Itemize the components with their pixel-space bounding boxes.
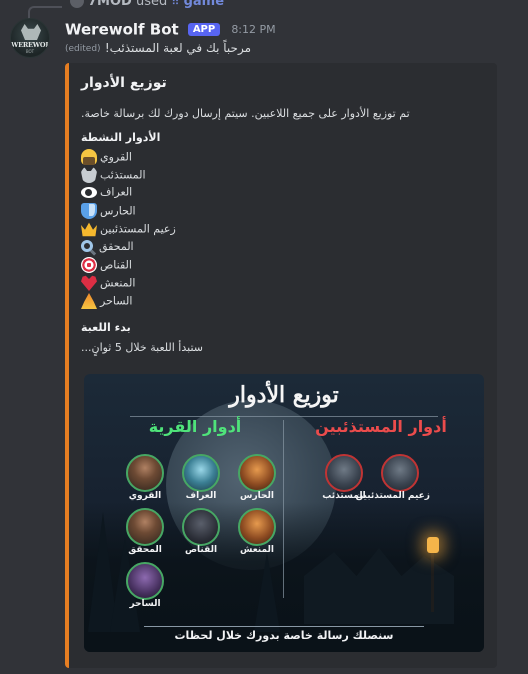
avatar-logo-subtext: BOT: [25, 49, 35, 54]
start-title: بدء اللعبة: [81, 321, 131, 334]
edited-marker: (edited): [65, 44, 101, 54]
image-footer: سنصلك رسالة خاصة بدورك خلال لحظات: [144, 626, 424, 642]
role-item-guard: الحارس: [81, 203, 136, 221]
lantern-icon: [427, 537, 439, 553]
heart-icon: [81, 275, 97, 291]
role-label: القناص: [100, 258, 132, 272]
portrait-label: الحارس: [240, 491, 274, 501]
lamp-post-graphic: [431, 552, 434, 612]
role-label: الحارس: [100, 204, 136, 218]
role-item-werewolf: المستذئب: [81, 167, 146, 185]
role-label: العراف: [100, 185, 133, 199]
start-countdown-text: ستبدأ اللعبة خلال 5 ثوانٍ...: [81, 341, 203, 354]
role-label: القروي: [100, 150, 132, 164]
reply-used-text: used: [135, 0, 168, 9]
portrait-label: زعيم المستذئبين: [355, 491, 430, 501]
role-item-witch: الساحر: [81, 293, 132, 311]
portrait-label: القروي: [128, 491, 162, 501]
embed-card: توزيع الأدوار تم توزيع الأدوار على جميع …: [65, 63, 497, 668]
bot-username[interactable]: Werewolf Bot: [65, 21, 179, 39]
role-item-detective: المحقق: [81, 239, 134, 257]
bot-avatar[interactable]: WEREWOLF BOT: [10, 18, 50, 58]
village-heading: أدوار القرية: [148, 417, 242, 436]
embed-title: توزيع الأدوار: [81, 75, 167, 91]
crown-icon: [81, 222, 97, 237]
farmer-icon: [81, 149, 97, 165]
message-header: Werewolf Bot APP 8:12 PM: [65, 19, 276, 39]
villager-portrait: [126, 454, 164, 492]
role-label: الساحر: [100, 294, 133, 308]
active-roles-title: الأدوار النشطة: [81, 131, 161, 144]
seer-portrait: [182, 454, 220, 492]
roles-image[interactable]: توزيع الأدوار أدوار المستذئبين أدوار الق…: [84, 374, 484, 652]
app-badge: APP: [187, 23, 221, 36]
magnifier-icon: [81, 240, 93, 252]
embed-description: تم توزيع الأدوار على جميع اللاعبين. سيتم…: [81, 107, 410, 120]
reply-summary: 7MOD used ⠿ game: [88, 0, 224, 9]
role-label: المحقق: [99, 239, 134, 253]
slash-command-icon: ⠿: [171, 0, 180, 8]
role-label: زعيم المستذئبين: [100, 222, 176, 236]
portrait-label: القناص: [184, 545, 218, 555]
message-text: مرحباً بك في لعبة المستذئب!: [104, 41, 251, 55]
wolf-leader-portrait: [381, 454, 419, 492]
reply-command[interactable]: game: [184, 0, 224, 9]
portrait-label: الساحر: [129, 599, 161, 609]
witch-portrait: [126, 562, 164, 600]
role-item-villager: القروي: [81, 149, 132, 167]
wolves-heading: أدوار المستذئبين: [315, 417, 447, 436]
avatar-logo-text: WEREWOLF: [11, 41, 50, 49]
embed-body: توزيع الأدوار تم توزيع الأدوار على جميع …: [81, 63, 485, 668]
wolf-icon: [81, 167, 97, 183]
reply-reference[interactable]: 7MOD used ⠿ game: [28, 0, 328, 20]
target-icon: [81, 257, 97, 273]
portrait-label: المحقق: [128, 545, 162, 555]
reply-username[interactable]: 7MOD: [88, 0, 132, 9]
reply-avatar[interactable]: [70, 0, 84, 8]
werewolf-portrait: [325, 454, 363, 492]
role-label: المنعش: [100, 276, 136, 290]
image-title: توزيع الأدوار: [229, 382, 339, 408]
role-item-sniper: القناص: [81, 257, 132, 275]
eye-icon: [81, 186, 97, 198]
role-label: المستذئب: [100, 168, 146, 182]
message-timestamp[interactable]: 8:12 PM: [231, 23, 275, 36]
role-item-seer: العراف: [81, 185, 132, 203]
image-column-divider: [283, 420, 284, 598]
detective-portrait: [126, 508, 164, 546]
wolf-head-icon: [21, 24, 41, 40]
sniper-portrait: [182, 508, 220, 546]
mage-icon: [81, 293, 97, 309]
guard-portrait: [238, 454, 276, 492]
role-item-reviver: المنعش: [81, 275, 135, 293]
portrait-label: العراف: [185, 491, 217, 501]
reviver-portrait: [238, 508, 276, 546]
role-item-wolf-leader: زعيم المستذئبين: [81, 221, 176, 239]
portrait-label: المنعش: [240, 545, 274, 555]
shield-icon: [81, 203, 97, 219]
